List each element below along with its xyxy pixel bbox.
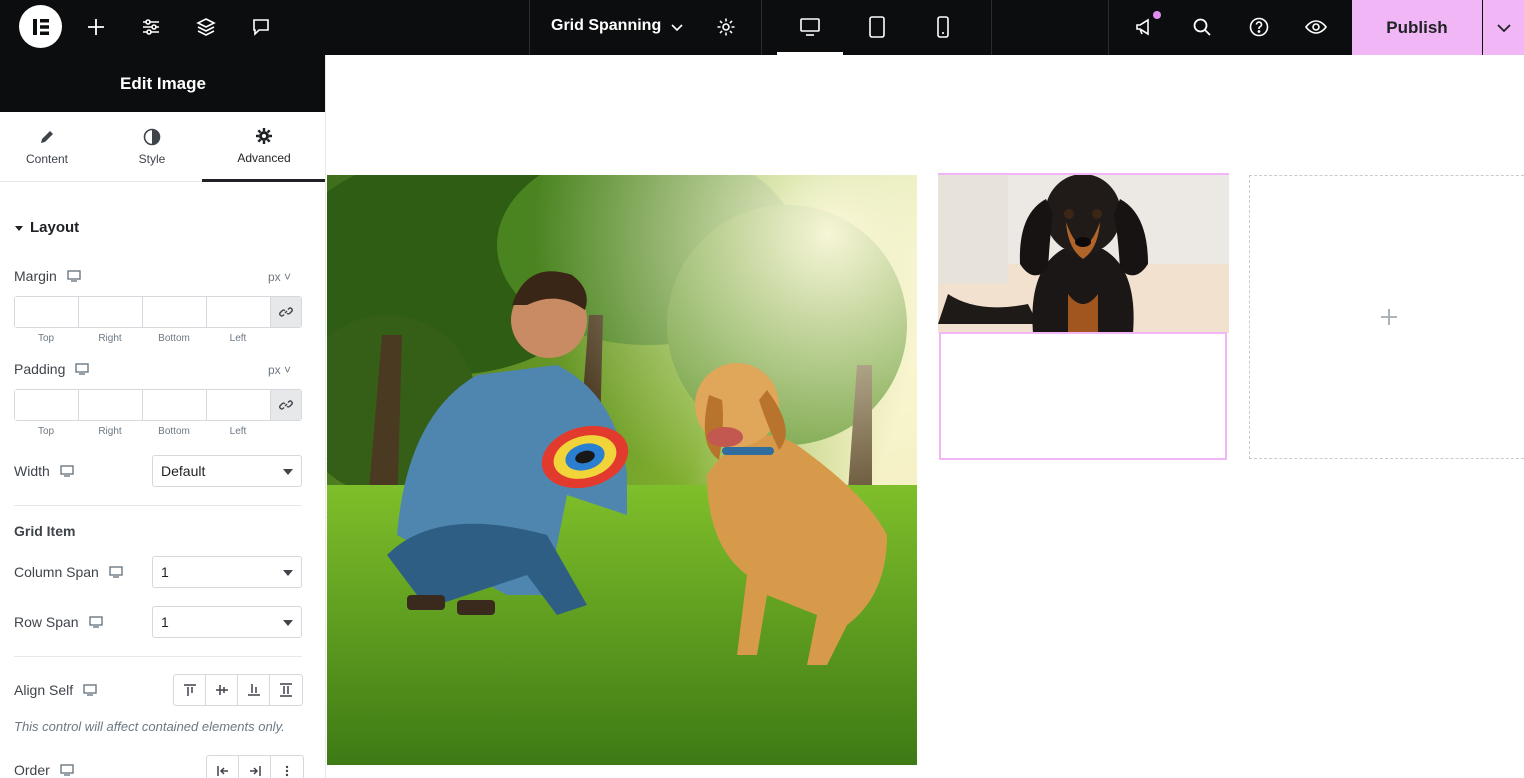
- add-element-icon[interactable]: [79, 10, 113, 44]
- row-span-select[interactable]: 1: [152, 606, 302, 638]
- add-widget-plus-icon[interactable]: [1380, 308, 1398, 326]
- align-self-label: Align Self: [14, 682, 97, 698]
- tab-style[interactable]: Style: [105, 112, 199, 182]
- toolbar-divider: [761, 0, 762, 55]
- margin-right-input[interactable]: [79, 297, 143, 327]
- align-center-icon[interactable]: [206, 675, 238, 705]
- order-buttons: [206, 755, 304, 778]
- gear-icon: [256, 127, 272, 144]
- margin-unit-select[interactable]: px ˅: [268, 270, 291, 284]
- padding-side-labels: Top Right Bottom Left: [37, 426, 247, 437]
- padding-label: Padding: [14, 361, 90, 377]
- panel-tabs: Content Style Advanced: [0, 112, 325, 182]
- structure-layers-icon[interactable]: [189, 10, 223, 44]
- margin-bottom-input[interactable]: [143, 297, 207, 327]
- document-title[interactable]: Grid Spanning: [551, 17, 661, 35]
- margin-top-input[interactable]: [15, 297, 79, 327]
- caret-down-icon: [15, 225, 23, 231]
- margin-side-labels: Top Right Bottom Left: [37, 333, 247, 344]
- order-start-icon[interactable]: [207, 756, 239, 778]
- grid-item-heading: Grid Item: [14, 523, 76, 539]
- image-widget-man-and-dog[interactable]: [327, 175, 917, 765]
- park-photo-image: [327, 175, 917, 765]
- chevron-down-icon[interactable]: [660, 10, 694, 44]
- margin-link-button[interactable]: [271, 297, 301, 327]
- desktop-responsive-icon[interactable]: [60, 465, 74, 477]
- tab-content[interactable]: Content: [0, 112, 94, 182]
- toolbar-divider: [991, 0, 992, 55]
- align-stretch-icon[interactable]: [270, 675, 302, 705]
- panel-title: Edit Image: [0, 55, 325, 112]
- tab-advanced[interactable]: Advanced: [202, 112, 325, 182]
- toolbar-divider: [1108, 0, 1109, 55]
- caret-down-icon: [283, 469, 293, 475]
- desktop-responsive-icon[interactable]: [75, 363, 90, 375]
- section-divider: [14, 505, 302, 506]
- width-label: Width: [14, 463, 74, 479]
- padding-inputs: [14, 389, 302, 421]
- desktop-responsive-icon[interactable]: [67, 270, 81, 282]
- align-self-note: This control will affect contained eleme…: [14, 719, 285, 734]
- publish-button[interactable]: Publish: [1352, 0, 1482, 55]
- margin-label: Margin: [14, 268, 81, 284]
- desktop-responsive-icon[interactable]: [88, 616, 103, 628]
- order-label: Order: [14, 762, 74, 778]
- comments-icon[interactable]: [244, 10, 278, 44]
- desktop-device-icon[interactable]: [793, 10, 827, 44]
- align-end-icon[interactable]: [238, 675, 270, 705]
- padding-unit-select[interactable]: px ˅: [268, 363, 291, 377]
- padding-top-input[interactable]: [15, 390, 79, 420]
- pencil-icon: [41, 131, 53, 143]
- contrast-icon: [143, 128, 161, 146]
- editor-panel: Edit Image Content Style Advanced Layout…: [0, 55, 326, 778]
- width-select[interactable]: Default: [152, 455, 302, 487]
- mobile-device-icon[interactable]: [926, 10, 960, 44]
- tablet-device-icon[interactable]: [860, 10, 894, 44]
- layout-section-toggle[interactable]: Layout: [14, 219, 79, 236]
- more-options-icon[interactable]: [271, 756, 303, 778]
- desktop-responsive-icon[interactable]: [83, 684, 97, 696]
- section-divider: [14, 656, 302, 657]
- site-settings-icon[interactable]: [134, 10, 168, 44]
- margin-inputs: [14, 296, 302, 328]
- publish-options-button[interactable]: [1483, 0, 1524, 55]
- column-span-label: Column Span: [14, 564, 123, 580]
- caret-down-icon: [283, 620, 293, 626]
- padding-bottom-input[interactable]: [143, 390, 207, 420]
- caret-down-icon: [283, 570, 293, 576]
- dachshund-photo-image: [938, 174, 1229, 333]
- top-bar: Grid Spanning Publish: [0, 0, 1524, 55]
- desktop-responsive-icon[interactable]: [60, 764, 74, 776]
- selected-grid-cell-outline[interactable]: [939, 332, 1227, 460]
- padding-left-input[interactable]: [207, 390, 271, 420]
- column-span-select[interactable]: 1: [152, 556, 302, 588]
- chevron-down-icon: [1496, 23, 1511, 32]
- notification-dot: [1153, 11, 1161, 19]
- empty-grid-cell[interactable]: [1249, 175, 1524, 459]
- elementor-logo-icon[interactable]: [19, 5, 62, 48]
- search-icon[interactable]: [1185, 10, 1219, 44]
- image-widget-dachshund[interactable]: [938, 174, 1229, 333]
- align-start-icon[interactable]: [174, 675, 206, 705]
- desktop-responsive-icon[interactable]: [109, 566, 123, 578]
- padding-link-button[interactable]: [271, 390, 301, 420]
- row-span-label: Row Span: [14, 614, 103, 630]
- help-icon[interactable]: [1242, 10, 1276, 44]
- padding-right-input[interactable]: [79, 390, 143, 420]
- link-icon: [279, 400, 293, 410]
- link-icon: [279, 307, 293, 317]
- toolbar-divider: [529, 0, 530, 55]
- page-settings-gear-icon[interactable]: [709, 10, 743, 44]
- align-self-buttons: [173, 674, 303, 706]
- preview-eye-icon[interactable]: [1299, 10, 1333, 44]
- order-end-icon[interactable]: [239, 756, 271, 778]
- selected-widget-outline-top: [938, 173, 1229, 175]
- margin-left-input[interactable]: [207, 297, 271, 327]
